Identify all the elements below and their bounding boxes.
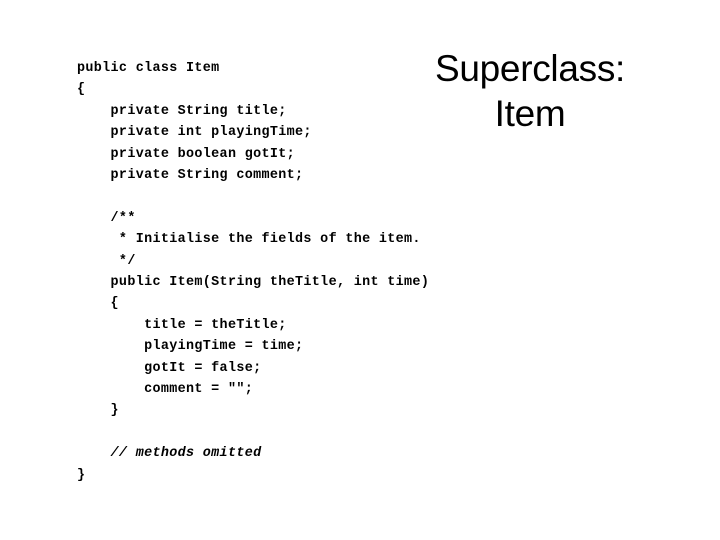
code-line: comment = ""; [77,382,254,398]
code-line: private String title; [77,103,287,119]
code-line: { [77,296,119,312]
code-line: /** [77,210,136,226]
code-line: public Item(String theTitle, int time) [77,275,430,291]
code-line: // methods omitted [77,446,262,462]
code-line: title = theTitle; [77,317,287,333]
code-line: private boolean gotIt; [77,146,296,162]
code-line: */ [77,253,136,269]
code-line: playingTime = time; [77,339,304,355]
code-line: { [77,82,86,98]
code-line: * Initialise the fields of the item. [77,232,421,248]
code-line: gotIt = false; [77,360,262,376]
code-line: private int playingTime; [77,125,312,141]
code-line: public class Item [77,61,220,76]
java-code-listing: public class Item { private String title;… [77,58,429,486]
code-line: } [77,467,86,483]
slide-canvas: Superclass: Item public class Item{ priv… [0,0,720,540]
code-line: } [77,403,119,419]
code-line: private String comment; [77,168,304,184]
